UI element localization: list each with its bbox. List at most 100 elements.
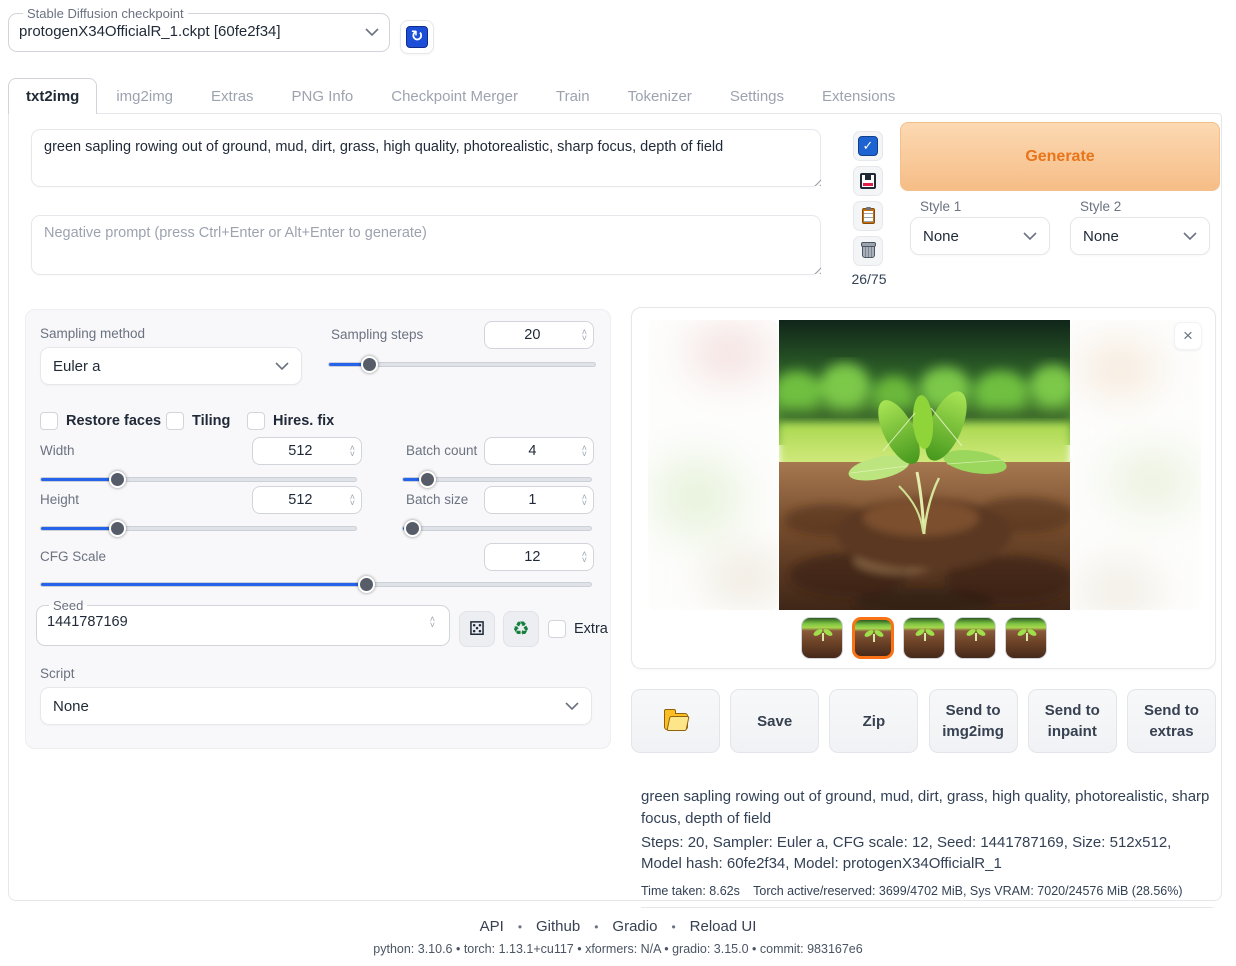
- stepper-arrows[interactable]: ˄˅: [580, 445, 593, 457]
- tab-train[interactable]: Train: [537, 79, 609, 114]
- stepper-arrows[interactable]: ˄˅: [348, 494, 361, 506]
- send-to-inpaint-button[interactable]: Send to inpaint: [1028, 689, 1117, 753]
- reuse-seed-button[interactable]: ♻: [503, 611, 539, 647]
- tab-txt2img[interactable]: txt2img: [8, 78, 97, 114]
- time-taken: Time taken: 8.62s: [641, 884, 740, 898]
- slider-thumb[interactable]: [404, 520, 421, 537]
- height-slider[interactable]: [40, 520, 357, 537]
- sprout-icon: [924, 633, 926, 641]
- extra-label: Extra: [574, 621, 608, 637]
- tab-tokenizer[interactable]: Tokenizer: [609, 79, 711, 114]
- style1-label: Style 1: [920, 199, 961, 214]
- script-label: Script: [40, 666, 75, 681]
- negative-prompt-input[interactable]: [31, 215, 821, 275]
- gallery-thumbnail-4[interactable]: [954, 617, 996, 659]
- sampling-method-label: Sampling method: [40, 326, 145, 341]
- footer-link-api[interactable]: API: [480, 918, 504, 935]
- gallery-thumbnail-5[interactable]: [1005, 617, 1047, 659]
- open-folder-button[interactable]: [631, 689, 720, 753]
- slider-thumb[interactable]: [109, 520, 126, 537]
- clear-prompt-button[interactable]: [853, 236, 883, 266]
- script-dropdown[interactable]: None: [40, 687, 592, 725]
- style2-label: Style 2: [1080, 199, 1121, 214]
- style2-dropdown[interactable]: None: [1070, 217, 1210, 255]
- stepper-arrows[interactable]: ˄˅: [348, 445, 361, 457]
- generation-info: green sapling rowing out of ground, mud,…: [641, 786, 1213, 908]
- tiling-label: Tiling: [192, 413, 230, 429]
- stepper-arrows[interactable]: ˄˅: [580, 551, 593, 563]
- send-to-img2img-button[interactable]: Send to img2img: [929, 689, 1018, 753]
- sampling-steps-input[interactable]: 20 ˄˅: [484, 321, 594, 349]
- batch-size-input[interactable]: 1 ˄˅: [484, 486, 594, 514]
- height-input[interactable]: 512 ˄˅: [252, 486, 362, 514]
- gallery-side-preview: [648, 320, 778, 610]
- style1-dropdown[interactable]: None: [910, 217, 1050, 255]
- tab-settings[interactable]: Settings: [711, 79, 803, 114]
- slider-thumb[interactable]: [419, 471, 436, 488]
- tab-png-info[interactable]: PNG Info: [273, 79, 373, 114]
- separator-dot: •: [594, 920, 598, 934]
- sprout-icon: [975, 633, 977, 641]
- cfg-scale-input[interactable]: 12 ˄˅: [484, 543, 594, 571]
- gallery-thumbnail-2-selected[interactable]: [852, 617, 894, 659]
- restore-faces-checkbox[interactable]: [40, 412, 58, 430]
- sprout-icon: [822, 633, 824, 641]
- checkpoint-selector[interactable]: Stable Diffusion checkpoint protogenX34O…: [8, 6, 390, 52]
- cfg-scale-slider[interactable]: [40, 576, 592, 593]
- sampling-steps-slider[interactable]: [328, 356, 596, 373]
- chevron-down-icon: [365, 28, 379, 36]
- send-to-extras-button[interactable]: Send to extras: [1127, 689, 1216, 753]
- chevron-down-icon: [1183, 232, 1197, 240]
- sampling-method-dropdown[interactable]: Euler a: [40, 347, 302, 385]
- generated-image[interactable]: [779, 320, 1070, 610]
- slider-thumb[interactable]: [358, 576, 375, 593]
- gallery-thumbnail-3[interactable]: [903, 617, 945, 659]
- stepper-arrows[interactable]: ˄˅: [580, 494, 593, 506]
- width-input[interactable]: 512 ˄˅: [252, 437, 362, 465]
- hires-fix-checkbox[interactable]: [247, 412, 265, 430]
- footer-link-github[interactable]: Github: [536, 918, 580, 935]
- batch-count-input[interactable]: 4 ˄˅: [484, 437, 594, 465]
- separator-dot: •: [671, 920, 675, 934]
- seed-field[interactable]: Seed 1441787169 ˄˅: [36, 598, 450, 646]
- chevron-down-icon: [275, 362, 289, 370]
- cfg-scale-label: CFG Scale: [40, 549, 106, 564]
- tab-img2img[interactable]: img2img: [97, 79, 192, 114]
- random-seed-button[interactable]: ⚄: [459, 611, 495, 647]
- extra-seed-option: Extra: [548, 620, 608, 638]
- info-prompt: green sapling rowing out of ground, mud,…: [641, 786, 1213, 830]
- refresh-checkpoint-button[interactable]: ↻: [400, 20, 434, 54]
- paste-params-button[interactable]: ✓: [853, 131, 883, 161]
- slider-thumb[interactable]: [109, 471, 126, 488]
- slider-thumb[interactable]: [361, 356, 378, 373]
- tiling-option: Tiling: [166, 412, 230, 430]
- gallery-thumbnail-1[interactable]: [801, 617, 843, 659]
- width-value: 512: [253, 443, 348, 459]
- hires-fix-label: Hires. fix: [273, 413, 334, 429]
- footer-link-gradio[interactable]: Gradio: [612, 918, 657, 935]
- apply-style-button[interactable]: [853, 201, 883, 231]
- tab-checkpoint-merger[interactable]: Checkpoint Merger: [372, 79, 537, 114]
- checkpoint-label: Stable Diffusion checkpoint: [23, 6, 188, 21]
- close-gallery-button[interactable]: ×: [1174, 322, 1202, 350]
- extra-checkbox[interactable]: [548, 620, 566, 638]
- zip-button[interactable]: Zip: [829, 689, 918, 753]
- save-style-button[interactable]: [853, 166, 883, 196]
- script-value: None: [53, 698, 89, 715]
- tiling-checkbox[interactable]: [166, 412, 184, 430]
- seed-label: Seed: [49, 598, 87, 613]
- footer-link-reload-ui[interactable]: Reload UI: [690, 918, 757, 935]
- prompt-input[interactable]: green sapling rowing out of ground, mud,…: [31, 129, 821, 187]
- restore-faces-option: Restore faces: [40, 412, 161, 430]
- save-button[interactable]: Save: [730, 689, 819, 753]
- tab-extensions[interactable]: Extensions: [803, 79, 914, 114]
- batch-size-slider[interactable]: [402, 520, 592, 537]
- stepper-arrows[interactable]: ˄˅: [428, 616, 441, 628]
- stepper-arrows[interactable]: ˄˅: [580, 329, 593, 341]
- restore-faces-label: Restore faces: [66, 413, 161, 429]
- result-gallery: ×: [631, 307, 1216, 669]
- generate-button[interactable]: Generate: [900, 122, 1220, 191]
- tab-extras[interactable]: Extras: [192, 79, 273, 114]
- txt2img-panel: green sapling rowing out of ground, mud,…: [8, 113, 1222, 901]
- sampling-steps-value: 20: [485, 327, 580, 343]
